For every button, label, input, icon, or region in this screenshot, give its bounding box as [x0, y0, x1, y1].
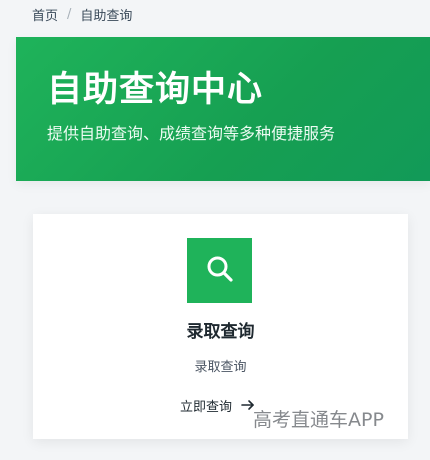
hero-banner: 自助查询中心 提供自助查询、成绩查询等多种便捷服务	[16, 37, 430, 181]
breadcrumb-home-link[interactable]: 首页	[32, 5, 58, 24]
admission-query-card[interactable]: 录取查询 录取查询 立即查询	[33, 214, 408, 439]
breadcrumb-current: 自助查询	[80, 8, 133, 24]
card-title: 录取查询	[186, 322, 255, 342]
breadcrumb-separator: /	[67, 6, 72, 22]
page: 首页 / 自助查询 自助查询中心 提供自助查询、成绩查询等多种便捷服务 录取查询…	[0, 0, 430, 460]
breadcrumb: 首页 / 自助查询	[32, 5, 133, 24]
page-subtitle: 提供自助查询、成绩查询等多种便捷服务	[47, 124, 336, 143]
query-now-label: 立即查询	[180, 399, 233, 415]
page-title: 自助查询中心	[47, 70, 264, 110]
search-icon	[205, 254, 235, 288]
query-now-link[interactable]: 立即查询	[180, 395, 256, 415]
card-description: 录取查询	[194, 360, 247, 375]
search-icon-container	[187, 238, 252, 303]
watermark: 高考直通车APP	[253, 409, 384, 431]
